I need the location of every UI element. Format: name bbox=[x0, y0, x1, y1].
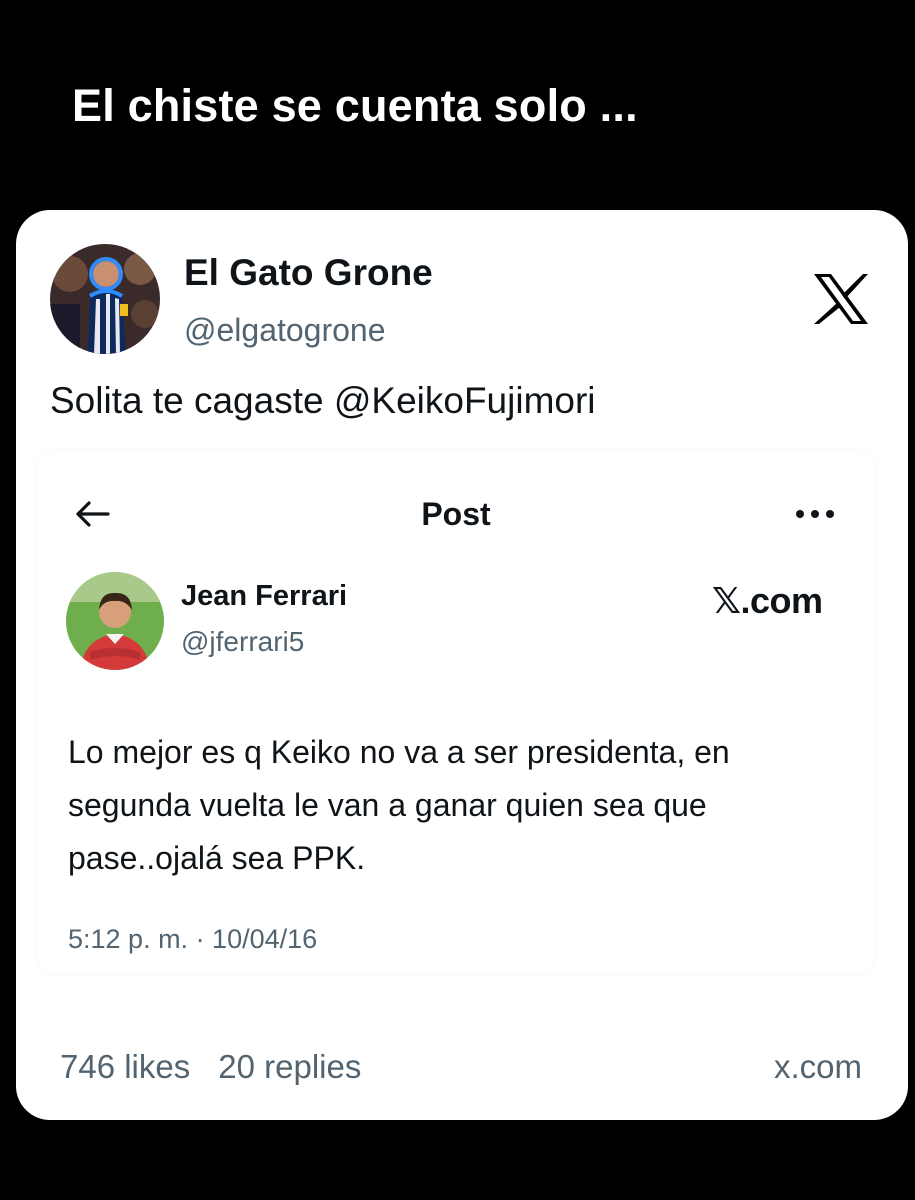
replies-count[interactable]: 20 replies bbox=[218, 1048, 361, 1086]
tweet-card[interactable]: El Gato Grone @elgatogrone Solita te cag… bbox=[16, 210, 908, 1120]
embedded-post-text: Lo mejor es q Keiko no va a ser presiden… bbox=[68, 734, 730, 876]
x-com-watermark: 𝕏.com bbox=[712, 580, 823, 621]
author-name[interactable]: El Gato Grone bbox=[184, 252, 433, 294]
engagement-stats: 746 likes 20 replies bbox=[60, 1048, 361, 1086]
post-header-title: Post bbox=[421, 496, 491, 532]
source-link[interactable]: x.com bbox=[774, 1048, 862, 1086]
embedded-author-avatar[interactable] bbox=[66, 572, 164, 670]
tweet-text: Solita te cagaste @KeikoFujimori bbox=[50, 380, 596, 421]
caption-title: El chiste se cuenta solo ... bbox=[72, 80, 638, 131]
more-horizontal-icon[interactable] bbox=[794, 506, 836, 522]
x-logo-icon[interactable] bbox=[812, 272, 870, 326]
embedded-author-handle[interactable]: @jferrari5 bbox=[181, 626, 304, 658]
author-handle[interactable]: @elgatogrone bbox=[184, 312, 386, 349]
post-timestamp[interactable]: 5:12 p. m. · 10/04/16 bbox=[68, 924, 317, 955]
likes-count[interactable]: 746 likes bbox=[60, 1048, 190, 1086]
embedded-author-name[interactable]: Jean Ferrari bbox=[181, 580, 347, 613]
embedded-post[interactable]: Post Jean Ferrari @jferrari5 𝕏.com Lo me… bbox=[36, 450, 876, 975]
author-avatar[interactable] bbox=[50, 244, 160, 354]
